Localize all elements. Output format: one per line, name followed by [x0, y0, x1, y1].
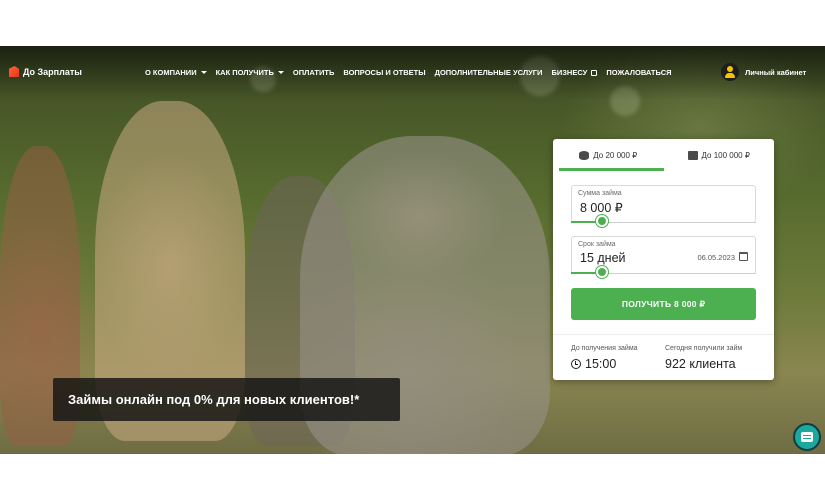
clients-today-text: 922 клиента	[665, 357, 736, 371]
nav-label: ВОПРОСЫ И ОТВЕТЫ	[343, 68, 426, 77]
amount-label: Сумма займа	[578, 190, 622, 197]
nav-item-services[interactable]: ДОПОЛНИТЕЛЬНЫЕ УСЛУГИ	[435, 68, 543, 77]
main-nav: О КОМПАНИИ КАК ПОЛУЧИТЬ ОПЛАТИТЬ ВОПРОСЫ…	[145, 68, 672, 77]
chevron-down-icon	[277, 71, 284, 74]
clock-icon	[571, 359, 581, 369]
nav-label: ОПЛАТИТЬ	[292, 68, 335, 77]
term-label: Срок займа	[578, 241, 616, 248]
nav-item-how-to-get[interactable]: КАК ПОЛУЧИТЬ	[216, 68, 284, 77]
amount-slider-handle[interactable]	[596, 215, 608, 227]
nav-item-about[interactable]: О КОМПАНИИ	[145, 68, 207, 77]
calculator-tabs: До 20 000 ₽ До 100 000 ₽	[553, 139, 774, 171]
promo-text: Займы онлайн под 0% для новых клиентов!*	[68, 392, 360, 407]
nav-label: БИЗНЕСУ	[551, 68, 588, 77]
tab-up-to-20000[interactable]: До 20 000 ₽	[553, 139, 664, 171]
clients-today-label: Сегодня получили займ	[665, 345, 743, 352]
account-label: Личный кабинет	[745, 67, 807, 77]
account-button[interactable]: Личный кабинет	[721, 63, 806, 81]
loan-calculator: До 20 000 ₽ До 100 000 ₽ Сумма займа 8 0…	[553, 139, 774, 380]
logo-text: До Зарплаты	[23, 66, 82, 77]
coins-icon	[579, 150, 590, 160]
get-loan-button[interactable]: ПОЛУЧИТЬ 8 000 ₽	[571, 288, 756, 320]
nav-item-faq[interactable]: ВОПРОСЫ И ОТВЕТЫ	[343, 68, 425, 77]
return-date: 06.05.2023	[697, 253, 735, 262]
nav-label: КАК ПОЛУЧИТЬ	[215, 68, 274, 77]
time-until-text: 15:00	[585, 357, 617, 371]
calendar-icon[interactable]	[739, 252, 748, 261]
divider	[553, 334, 774, 335]
nav-item-complain[interactable]: ПОЖАЛОВАТЬСЯ	[606, 68, 671, 77]
nav-label: ПОЖАЛОВАТЬСЯ	[606, 68, 672, 77]
chevron-down-icon	[200, 71, 207, 74]
external-link-icon	[591, 69, 598, 76]
nav-label: ДОПОЛНИТЕЛЬНЫЕ УСЛУГИ	[434, 68, 543, 77]
promo-banner: Займы онлайн под 0% для новых клиентов!*	[53, 378, 400, 421]
time-until-value: 15:00	[571, 357, 616, 371]
wallet-icon	[687, 150, 698, 160]
nav-label: О КОМПАНИИ	[145, 68, 197, 77]
nav-item-pay[interactable]: ОПЛАТИТЬ	[293, 68, 334, 77]
time-until-label: До получения займа	[571, 345, 638, 352]
tab-label: До 100 000 ₽	[701, 150, 750, 160]
tab-up-to-100000[interactable]: До 100 000 ₽	[664, 139, 775, 171]
logo[interactable]: До Зарплаты	[9, 66, 82, 77]
logo-icon	[9, 66, 19, 77]
tab-label: До 20 000 ₽	[593, 150, 638, 160]
term-value: 15 дней	[580, 251, 626, 265]
clients-today-value: 922 клиента	[665, 357, 736, 371]
chat-icon	[801, 432, 813, 442]
user-icon	[721, 63, 739, 81]
nav-item-business[interactable]: БИЗНЕСУ	[551, 68, 598, 77]
term-slider-handle[interactable]	[596, 266, 608, 278]
amount-value: 8 000 ₽	[580, 201, 623, 215]
chat-button[interactable]	[793, 423, 821, 451]
